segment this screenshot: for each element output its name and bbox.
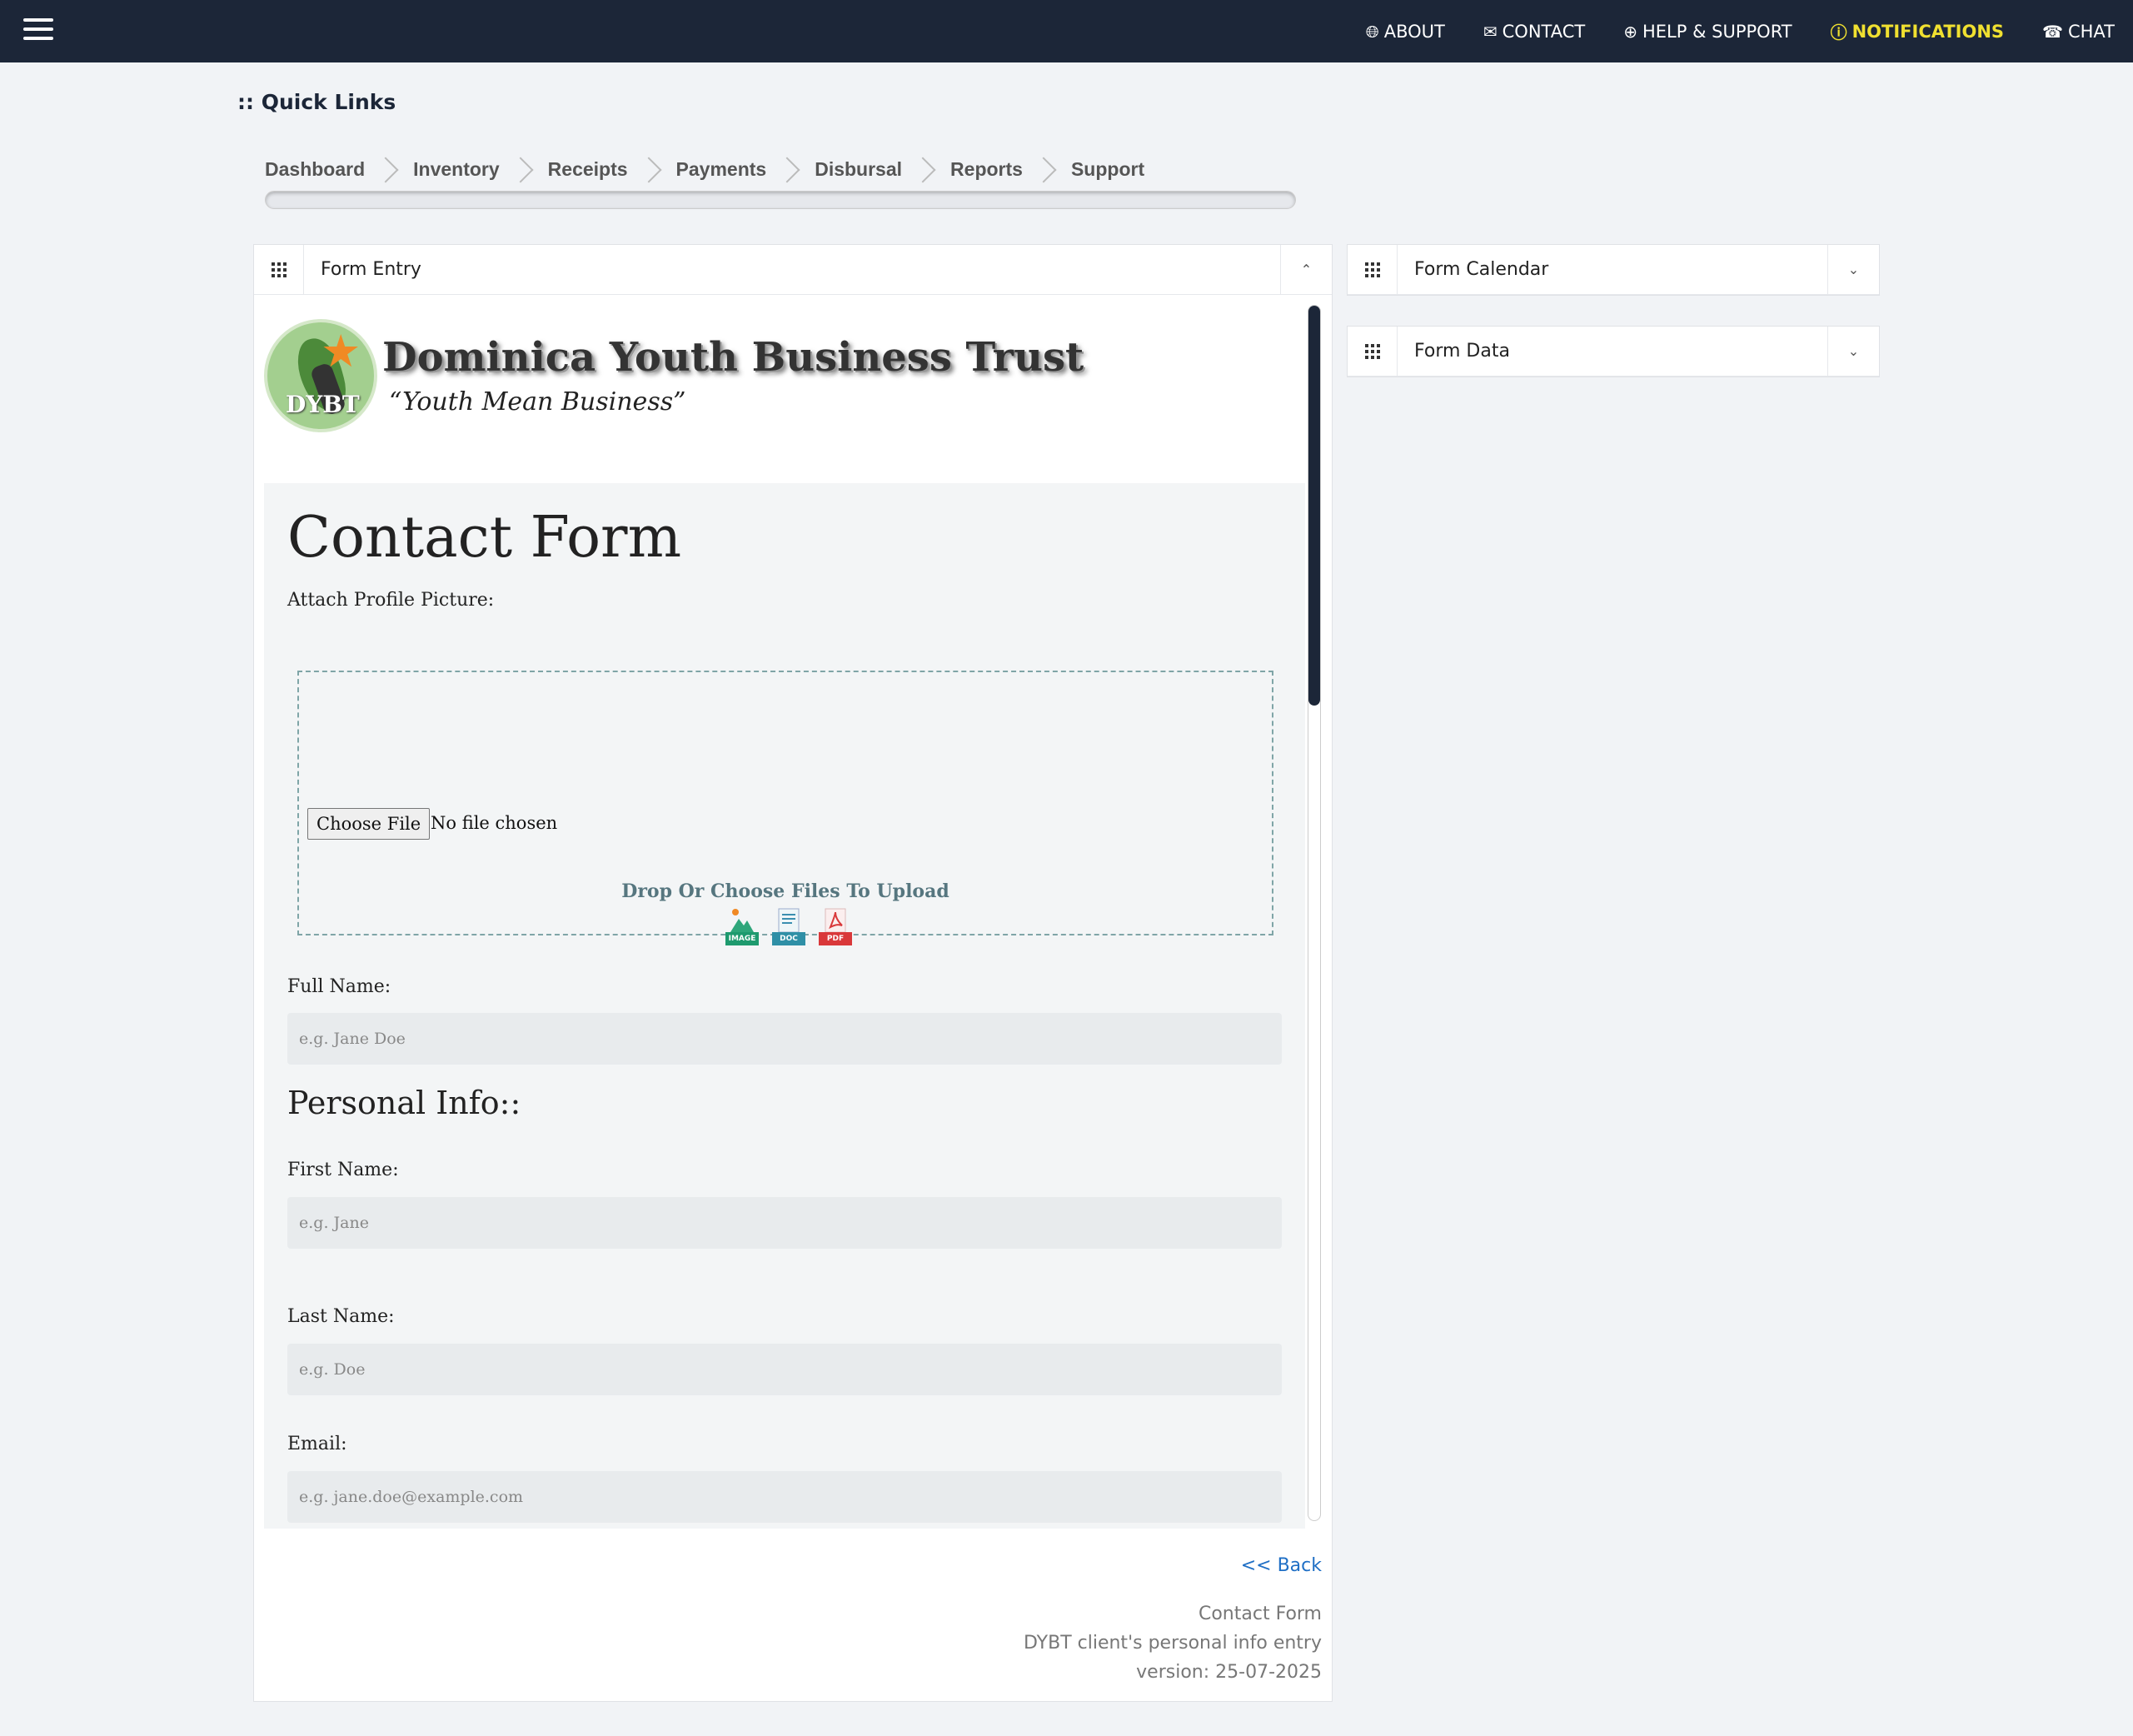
footer-description: DYBT client's personal info entry	[1023, 1633, 1322, 1654]
email-label: Email:	[287, 1434, 347, 1454]
nav-contact[interactable]: ✉ CONTACT	[1483, 22, 1585, 42]
drag-grip-icon[interactable]	[254, 244, 304, 295]
org-name: Dominica Youth Business Trust	[382, 334, 1084, 381]
chevron-right-icon	[774, 156, 800, 183]
dybt-logo: ★ DYBT Dominica Youth Business Trust “Yo…	[264, 319, 1084, 436]
quick-link-receipts[interactable]: Receipts	[548, 156, 676, 183]
pdf-file-icon: PDF	[819, 907, 852, 945]
drop-hint: Drop Or Choose Files To Upload	[621, 880, 949, 902]
globe-icon: 🌐︎	[1365, 21, 1379, 42]
chevron-up-icon[interactable]: ⌃	[1280, 244, 1332, 295]
file-dropzone[interactable]: Choose File No file chosen Drop Or Choos…	[297, 671, 1273, 945]
nav-about[interactable]: 🌐︎ ABOUT	[1366, 22, 1445, 42]
drag-grip-icon[interactable]	[1348, 326, 1398, 377]
form-calendar-title: Form Calendar	[1414, 259, 1549, 280]
top-nav: 🌐︎ ABOUT ✉ CONTACT ⊕ HELP & SUPPORT ⓘ NOTIFI…	[1328, 0, 2115, 62]
hamburger-menu-icon[interactable]	[23, 18, 53, 43]
form-entry-panel: Form Entry ⌃ ★ DYBT Dominica Youth Busin…	[253, 244, 1333, 1702]
lifebuoy-icon: ⊕	[1623, 21, 1637, 42]
quick-link-support[interactable]: Support	[1071, 158, 1144, 181]
form-footer: << Back Contact Form DYBT client's perso…	[254, 1532, 1332, 1699]
quick-links-breadcrumb: Dashboard Inventory Receipts Payments Di…	[265, 156, 1144, 183]
footer-form-name: Contact Form	[1198, 1604, 1322, 1624]
form-data-panel: Form Data ⌄	[1347, 326, 1880, 377]
quick-link-reports[interactable]: Reports	[950, 156, 1071, 183]
attach-label: Attach Profile Picture:	[287, 590, 495, 611]
file-type-icons: IMAGE DOC PDF	[725, 907, 865, 945]
chevron-right-icon	[1030, 156, 1057, 183]
chevron-right-icon	[372, 156, 399, 183]
file-status: No file chosen	[431, 813, 558, 833]
quick-link-dashboard[interactable]: Dashboard	[265, 156, 413, 183]
form-data-title: Form Data	[1414, 341, 1510, 362]
form-entry-title: Form Entry	[321, 259, 421, 280]
drag-grip-icon[interactable]	[1348, 244, 1398, 295]
top-navbar: 🌐︎ ABOUT ✉ CONTACT ⊕ HELP & SUPPORT ⓘ NOTIFI…	[0, 0, 2133, 62]
choose-file-button[interactable]: Choose File	[307, 808, 431, 840]
contact-card-icon: ✉	[1483, 21, 1498, 42]
quick-links-underbar	[265, 191, 1296, 209]
first-name-input[interactable]	[287, 1197, 1282, 1249]
alert-circle-icon: ⓘ	[1830, 22, 1847, 42]
dybt-emblem: ★ DYBT	[264, 319, 377, 432]
footer-version: version: 25-07-2025	[1136, 1662, 1322, 1683]
chevron-right-icon	[910, 156, 936, 183]
quick-links-title: :: Quick Links	[237, 90, 396, 114]
last-name-label: Last Name:	[287, 1306, 395, 1327]
quick-link-disbursal[interactable]: Disbursal	[815, 156, 950, 183]
contact-form: Contact Form Attach Profile Picture: Cho…	[264, 483, 1305, 1529]
full-name-input[interactable]	[287, 1013, 1282, 1065]
quick-link-payments[interactable]: Payments	[676, 156, 815, 183]
star-icon: ★	[321, 325, 361, 377]
back-link[interactable]: << Back	[1241, 1555, 1322, 1576]
org-tagline: “Youth Mean Business”	[389, 387, 686, 417]
whatsapp-icon: ☎	[2042, 21, 2063, 42]
doc-file-icon: DOC	[772, 907, 805, 945]
nav-notifications[interactable]: ⓘ NOTIFICATIONS	[1831, 19, 2004, 43]
image-file-icon: IMAGE	[725, 907, 759, 945]
chevron-down-icon[interactable]: ⌄	[1827, 244, 1879, 295]
quick-link-inventory[interactable]: Inventory	[413, 156, 548, 183]
first-name-label: First Name:	[287, 1160, 399, 1180]
chevron-right-icon	[635, 156, 662, 183]
nav-help-support[interactable]: ⊕ HELP & SUPPORT	[1623, 22, 1792, 42]
form-calendar-panel: Form Calendar ⌄	[1347, 244, 1880, 296]
form-title: Contact Form	[287, 505, 682, 571]
chevron-right-icon	[507, 156, 534, 183]
scrollbar-thumb[interactable]	[1308, 306, 1320, 706]
form-entry-header: Form Entry ⌃	[254, 244, 1332, 295]
personal-info-heading: Personal Info::	[287, 1085, 521, 1121]
nav-chat[interactable]: ☎ CHAT	[2042, 22, 2115, 42]
form-data-header[interactable]: Form Data ⌄	[1348, 326, 1879, 377]
form-calendar-header[interactable]: Form Calendar ⌄	[1348, 244, 1879, 295]
full-name-label: Full Name:	[287, 976, 391, 997]
email-input[interactable]	[287, 1471, 1282, 1523]
form-scroll-area[interactable]: ★ DYBT Dominica Youth Business Trust “Yo…	[254, 296, 1332, 1529]
chevron-down-icon[interactable]: ⌄	[1827, 326, 1879, 377]
last-name-input[interactable]	[287, 1344, 1282, 1395]
